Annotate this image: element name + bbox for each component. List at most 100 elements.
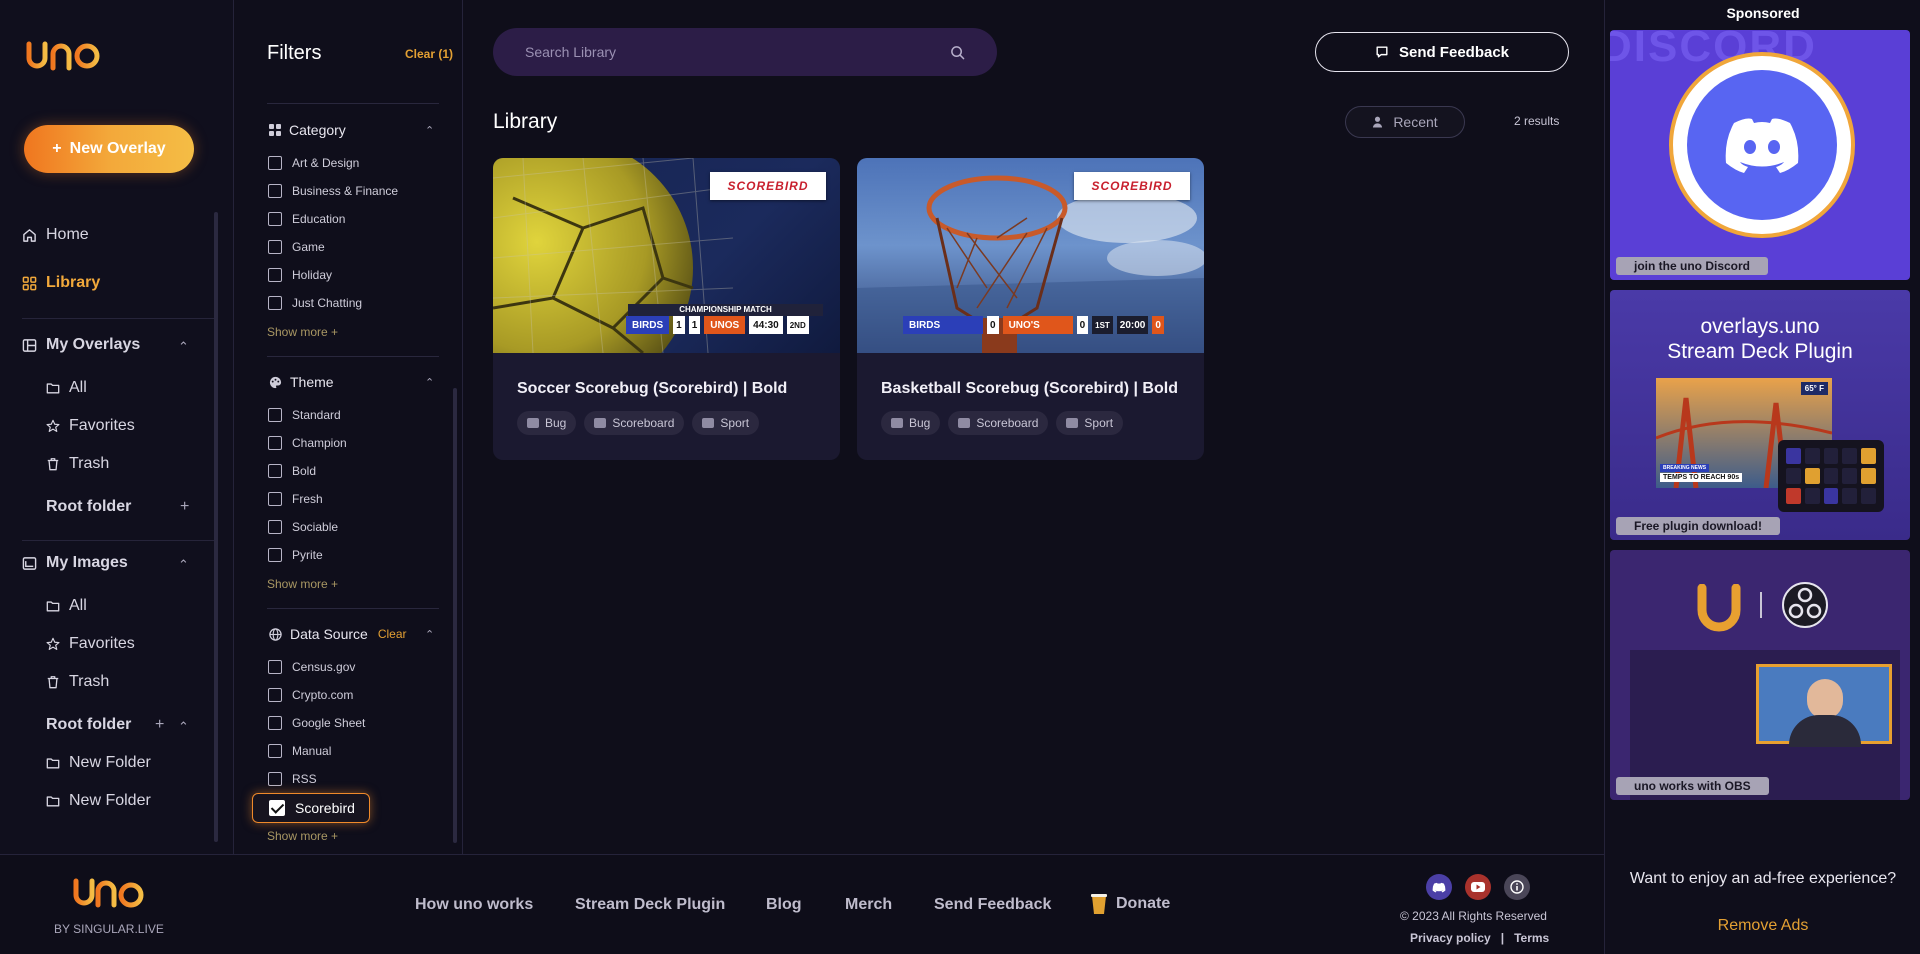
filter-group-data-source[interactable]: Data Source Clear: [269, 626, 407, 642]
filter-checkbox[interactable]: RSS: [268, 772, 317, 786]
chevron-up-icon[interactable]: ⌃: [178, 719, 189, 735]
nav-item-images-root-folder[interactable]: Root folder: [46, 716, 131, 734]
chevron-up-icon[interactable]: ⌃: [425, 628, 434, 641]
filter-checkbox[interactable]: Fresh: [268, 492, 323, 506]
filter-checkbox-scorebird[interactable]: Scorebird: [252, 793, 370, 823]
send-feedback-button[interactable]: Send Feedback: [1315, 32, 1569, 72]
overlay-card[interactable]: SCOREBIRD CHAMPIONSHIP MATCH BIRDS 1 1 U…: [493, 158, 840, 460]
footer-link-stream-deck-plugin[interactable]: Stream Deck Plugin: [575, 896, 725, 914]
checkbox[interactable]: [268, 212, 282, 226]
clear-filters-link[interactable]: Clear (1): [405, 47, 453, 61]
info-icon[interactable]: [1504, 874, 1530, 900]
filter-checkbox[interactable]: Business & Finance: [268, 184, 398, 198]
filter-checkbox[interactable]: Census.gov: [268, 660, 355, 674]
show-more-link[interactable]: Show more +: [267, 829, 338, 843]
nav-item-overlays-trash[interactable]: Trash: [46, 455, 109, 473]
filter-checkbox[interactable]: Google Sheet: [268, 716, 365, 730]
checkbox[interactable]: [268, 492, 282, 506]
nav-scrollbar[interactable]: [214, 212, 218, 842]
nav-item-overlays-root-folder[interactable]: Root folder: [46, 498, 131, 516]
filter-checkbox[interactable]: Art & Design: [268, 156, 359, 170]
nav-item-images-all[interactable]: All: [46, 597, 87, 615]
search-icon[interactable]: [950, 45, 965, 60]
filter-checkbox[interactable]: Game: [268, 240, 325, 254]
card-thumbnail[interactable]: SCOREBIRD CHAMPIONSHIP MATCH BIRDS 1 1 U…: [493, 158, 840, 353]
filters-scrollbar[interactable]: [453, 388, 457, 843]
checkbox[interactable]: [268, 268, 282, 282]
filter-checkbox[interactable]: Bold: [268, 464, 316, 478]
nav-item-overlays-all[interactable]: All: [46, 379, 87, 397]
filter-checkbox[interactable]: Holiday: [268, 268, 332, 282]
privacy-policy-link[interactable]: Privacy policy: [1410, 931, 1491, 945]
show-more-link[interactable]: Show more +: [267, 325, 338, 339]
overlay-card[interactable]: SCOREBIRD BIRDS 0 UNO'S 0 1ST 20:00 0 Ba…: [857, 158, 1204, 460]
youtube-icon[interactable]: [1465, 874, 1491, 900]
ad-stream-deck[interactable]: overlays.uno Stream Deck Plugin 65° F BR…: [1610, 290, 1910, 540]
checkbox[interactable]: [268, 240, 282, 254]
terms-link[interactable]: Terms: [1514, 931, 1549, 945]
checkbox[interactable]: [268, 744, 282, 758]
remove-ads-link[interactable]: Remove Ads: [1605, 917, 1920, 935]
chevron-up-icon[interactable]: ⌃: [425, 376, 434, 389]
filter-checkbox[interactable]: Manual: [268, 744, 331, 758]
search-bar[interactable]: [493, 28, 997, 76]
nav-item-images-trash[interactable]: Trash: [46, 673, 109, 691]
footer-logo[interactable]: BY SINGULAR.LIVE: [54, 873, 164, 936]
checkbox[interactable]: [268, 716, 282, 730]
checkbox-checked[interactable]: [269, 800, 285, 816]
ad-obs[interactable]: uno works with OBS: [1610, 550, 1910, 800]
discord-icon[interactable]: [1426, 874, 1452, 900]
footer-link-how-uno-works[interactable]: How uno works: [415, 896, 533, 914]
filter-checkbox[interactable]: Crypto.com: [268, 688, 353, 702]
tag[interactable]: Bug: [881, 411, 941, 435]
filter-checkbox[interactable]: Education: [268, 212, 345, 226]
footer-link-send-feedback[interactable]: Send Feedback: [934, 896, 1051, 914]
card-thumbnail[interactable]: SCOREBIRD BIRDS 0 UNO'S 0 1ST 20:00 0: [857, 158, 1204, 353]
nav-section-my-images[interactable]: My Images: [22, 554, 128, 572]
nav-item-folder[interactable]: New Folder: [46, 792, 151, 810]
tag[interactable]: Sport: [1056, 411, 1124, 435]
checkbox[interactable]: [268, 184, 282, 198]
checkbox[interactable]: [268, 408, 282, 422]
checkbox[interactable]: [268, 772, 282, 786]
nav-item-library[interactable]: Library: [22, 274, 100, 292]
checkbox[interactable]: [268, 296, 282, 310]
nav-item-home[interactable]: Home: [22, 226, 89, 244]
footer-link-merch[interactable]: Merch: [845, 896, 892, 914]
chevron-up-icon[interactable]: ⌃: [178, 339, 189, 355]
checkbox[interactable]: [268, 548, 282, 562]
add-folder-icon[interactable]: +: [180, 498, 189, 516]
tag[interactable]: Scoreboard: [948, 411, 1049, 435]
filter-group-category[interactable]: Category: [269, 122, 346, 138]
clear-data-source-link[interactable]: Clear: [378, 627, 407, 641]
nav-item-folder[interactable]: New Folder: [46, 754, 151, 772]
search-input[interactable]: [525, 44, 925, 60]
filter-checkbox[interactable]: Champion: [268, 436, 347, 450]
chevron-up-icon[interactable]: ⌃: [425, 124, 434, 137]
nav-item-overlays-favorites[interactable]: Favorites: [46, 417, 135, 435]
checkbox[interactable]: [268, 688, 282, 702]
checkbox[interactable]: [268, 660, 282, 674]
chevron-up-icon[interactable]: ⌃: [178, 557, 189, 573]
footer-link-donate[interactable]: Donate: [1090, 893, 1170, 915]
nav-section-my-overlays[interactable]: My Overlays: [22, 336, 140, 354]
filter-checkbox[interactable]: Pyrite: [268, 548, 323, 562]
checkbox[interactable]: [268, 436, 282, 450]
filter-checkbox[interactable]: Just Chatting: [268, 296, 362, 310]
nav-item-images-favorites[interactable]: Favorites: [46, 635, 135, 653]
uno-logo[interactable]: [25, 38, 101, 77]
show-more-link[interactable]: Show more +: [267, 577, 338, 591]
filter-checkbox[interactable]: Standard: [268, 408, 341, 422]
checkbox[interactable]: [268, 156, 282, 170]
sort-dropdown[interactable]: Recent: [1345, 106, 1465, 138]
add-folder-icon[interactable]: +: [155, 716, 164, 734]
filter-group-theme[interactable]: Theme: [269, 374, 334, 390]
tag[interactable]: Scoreboard: [584, 411, 685, 435]
checkbox[interactable]: [268, 464, 282, 478]
filter-checkbox[interactable]: Sociable: [268, 520, 338, 534]
tag[interactable]: Bug: [517, 411, 577, 435]
ad-discord[interactable]: DISCORD join the uno Discord: [1610, 30, 1910, 280]
checkbox[interactable]: [268, 520, 282, 534]
tag[interactable]: Sport: [692, 411, 760, 435]
new-overlay-button[interactable]: + New Overlay: [24, 125, 194, 173]
